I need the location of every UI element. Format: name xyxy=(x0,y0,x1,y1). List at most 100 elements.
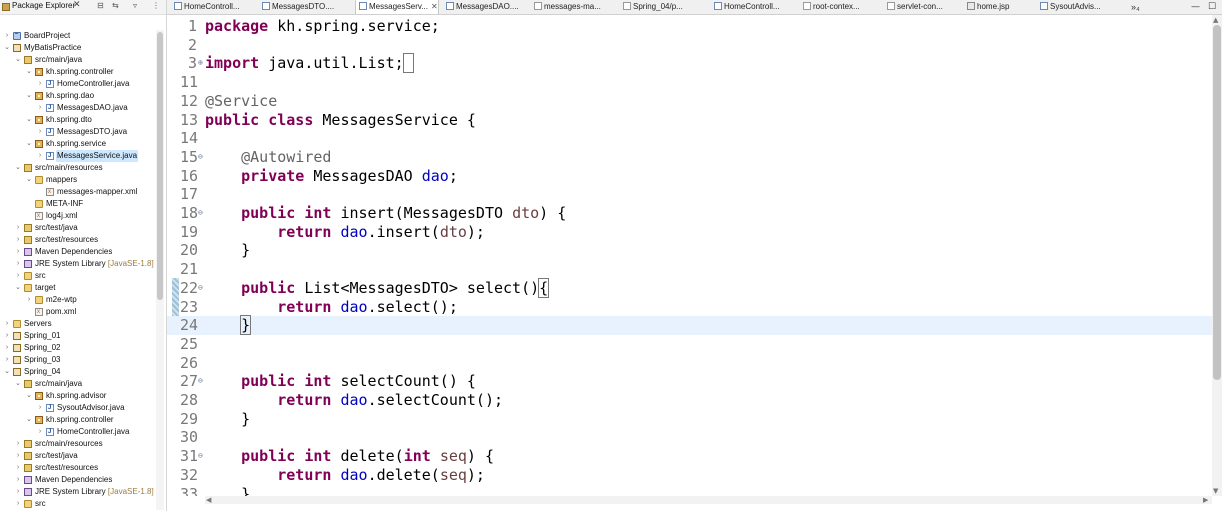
collapse-fold-icon[interactable]: ⊖ xyxy=(198,372,203,391)
code-line[interactable]: 24 } xyxy=(167,315,1212,336)
tree-item[interactable]: › Spring_01 xyxy=(0,330,156,342)
code-line[interactable]: 16 private MessagesDAO dao; xyxy=(167,167,1212,186)
code-line[interactable]: 17 xyxy=(167,185,1212,204)
code-line[interactable]: 28 return dao.selectCount(); xyxy=(167,391,1212,410)
scroll-up-arrow-icon[interactable]: ▲ xyxy=(1213,16,1218,24)
code-line[interactable]: 11 xyxy=(167,73,1212,92)
tree-item[interactable]: ⌄ src/main/java xyxy=(0,54,156,66)
tree-item[interactable]: › src/test/resources xyxy=(0,462,156,474)
chevron-right-icon[interactable]: › xyxy=(3,330,11,342)
tree-item[interactable]: › Spring_02 xyxy=(0,342,156,354)
chevron-right-icon[interactable]: › xyxy=(25,294,33,306)
chevron-right-icon[interactable]: › xyxy=(36,426,44,438)
chevron-down-icon[interactable]: ⌄ xyxy=(25,174,33,186)
collapse-fold-icon[interactable]: ⊖ xyxy=(198,279,203,298)
code-editor[interactable]: 1 package kh.spring.service; 2 3 ⊕ import jav… xyxy=(167,15,1212,496)
tree-item[interactable]: › Spring_03 xyxy=(0,354,156,366)
tree-item[interactable]: › JRE System Library [JavaSE-1.8] xyxy=(0,258,156,270)
editor-tab[interactable]: MessagesDAO.... xyxy=(443,0,519,14)
tree-item[interactable]: › src/main/resources xyxy=(0,438,156,450)
tree-item[interactable]: pom.xml xyxy=(0,306,156,318)
chevron-right-icon[interactable]: › xyxy=(36,78,44,90)
chevron-right-icon[interactable]: › xyxy=(14,474,22,486)
chevron-right-icon[interactable]: › xyxy=(14,234,22,246)
editor-tab[interactable]: HomeControll... xyxy=(711,0,780,14)
link-with-editor-icon[interactable]: ⇆ xyxy=(112,1,119,10)
chevron-right-icon[interactable]: › xyxy=(36,102,44,114)
chevron-down-icon[interactable]: ⌄ xyxy=(25,90,33,102)
code-line[interactable]: 13 public class MessagesService { xyxy=(167,111,1212,130)
tree-item[interactable]: › src/test/java xyxy=(0,450,156,462)
editor-tab[interactable]: root-contex... xyxy=(800,0,860,14)
chevron-down-icon[interactable]: ⌄ xyxy=(14,282,22,294)
expand-fold-icon[interactable]: ⊕ xyxy=(198,54,203,73)
editor-vertical-scroll-thumb[interactable] xyxy=(1213,25,1221,380)
code-line[interactable]: 23 return dao.select(); xyxy=(167,298,1212,317)
tree-item[interactable]: ⌄ Spring_04 xyxy=(0,366,156,378)
tree-item[interactable]: ⌄ mappers xyxy=(0,174,156,186)
chevron-right-icon[interactable]: › xyxy=(36,402,44,414)
chevron-down-icon[interactable]: ⌄ xyxy=(14,54,22,66)
tree-item[interactable]: › src xyxy=(0,498,156,510)
chevron-down-icon[interactable]: ⌄ xyxy=(25,414,33,426)
chevron-right-icon[interactable]: › xyxy=(3,354,11,366)
chevron-right-icon[interactable]: › xyxy=(14,438,22,450)
more-options-icon[interactable]: ⋮ xyxy=(152,1,160,10)
code-line[interactable]: 32 return dao.delete(seq); xyxy=(167,466,1212,485)
code-line[interactable]: 1 package kh.spring.service; xyxy=(167,17,1212,36)
code-line[interactable]: 25 xyxy=(167,335,1212,354)
code-line[interactable]: 18 ⊖ public int insert(MessagesDTO dto) { xyxy=(167,204,1212,223)
tree-item[interactable]: › src/test/resources xyxy=(0,234,156,246)
editor-tab[interactable]: SysoutAdvis... xyxy=(1037,0,1101,14)
code-line[interactable]: 29 } xyxy=(167,410,1212,429)
editor-tab[interactable]: home.jsp xyxy=(964,0,1009,14)
collapse-fold-icon[interactable]: ⊖ xyxy=(198,204,203,223)
tab-overflow-menu[interactable]: »₄ xyxy=(1131,0,1140,14)
code-line[interactable]: 2 xyxy=(167,36,1212,55)
chevron-down-icon[interactable]: ⌄ xyxy=(14,378,22,390)
tree-item[interactable]: › Servers xyxy=(0,318,156,330)
tree-item[interactable]: › m2e-wtp xyxy=(0,294,156,306)
chevron-down-icon[interactable]: ⌄ xyxy=(14,162,22,174)
chevron-right-icon[interactable]: › xyxy=(14,270,22,282)
editor-horizontal-scrollbar[interactable] xyxy=(205,496,1212,504)
code-line[interactable]: 21 xyxy=(167,260,1212,279)
chevron-down-icon[interactable]: ⌄ xyxy=(3,366,11,378)
code-line[interactable]: 33 } xyxy=(167,485,1212,497)
code-line[interactable]: 19 return dao.insert(dto); xyxy=(167,223,1212,242)
chevron-right-icon[interactable]: › xyxy=(36,150,44,162)
scroll-left-arrow-icon[interactable]: ◀ xyxy=(206,496,211,504)
tree-item[interactable]: log4j.xml xyxy=(0,210,156,222)
chevron-right-icon[interactable]: › xyxy=(14,462,22,474)
tree-item[interactable]: ⌄ kh.spring.controller xyxy=(0,66,156,78)
editor-tab[interactable]: MessagesServ... ✕ xyxy=(355,0,439,14)
tree-item[interactable]: META-INF xyxy=(0,198,156,210)
chevron-right-icon[interactable]: › xyxy=(36,126,44,138)
tree-item[interactable]: ⌄ kh.spring.controller xyxy=(0,414,156,426)
chevron-right-icon[interactable]: › xyxy=(3,30,11,42)
scroll-down-arrow-icon[interactable]: ▼ xyxy=(1213,487,1218,495)
tree-item[interactable]: › src xyxy=(0,270,156,282)
editor-tab[interactable]: MessagesDTO.... xyxy=(259,0,334,14)
tree-item[interactable]: ⌄ src/main/resources xyxy=(0,162,156,174)
chevron-right-icon[interactable]: › xyxy=(14,450,22,462)
tree-item[interactable]: › JRE System Library [JavaSE-1.8] xyxy=(0,486,156,498)
tree-item[interactable]: › MessagesService.java xyxy=(0,150,156,162)
tree-item[interactable]: › MessagesDAO.java xyxy=(0,102,156,114)
tree-item[interactable]: › MessagesDTO.java xyxy=(0,126,156,138)
tree-item[interactable]: ⌄ target xyxy=(0,282,156,294)
view-menu-icon[interactable]: ▿ xyxy=(133,1,137,10)
minimize-button[interactable]: — xyxy=(1191,0,1200,14)
code-line[interactable]: 27 ⊖ public int selectCount() { xyxy=(167,372,1212,391)
collapse-all-icon[interactable]: ⊟ xyxy=(97,1,104,10)
chevron-right-icon[interactable]: › xyxy=(14,486,22,498)
collapse-fold-icon[interactable]: ⊖ xyxy=(198,447,203,466)
code-line[interactable]: 3 ⊕ import java.util.List; xyxy=(167,53,1212,74)
code-line[interactable]: 20 } xyxy=(167,241,1212,260)
chevron-down-icon[interactable]: ⌄ xyxy=(25,390,33,402)
tree-item[interactable]: ⌄ kh.spring.dto xyxy=(0,114,156,126)
collapse-fold-icon[interactable]: ⊖ xyxy=(198,148,203,167)
tree-item[interactable]: › src/test/java xyxy=(0,222,156,234)
tree-item[interactable]: ⌄ kh.spring.service xyxy=(0,138,156,150)
tree-item[interactable]: ⌄ src/main/java xyxy=(0,378,156,390)
